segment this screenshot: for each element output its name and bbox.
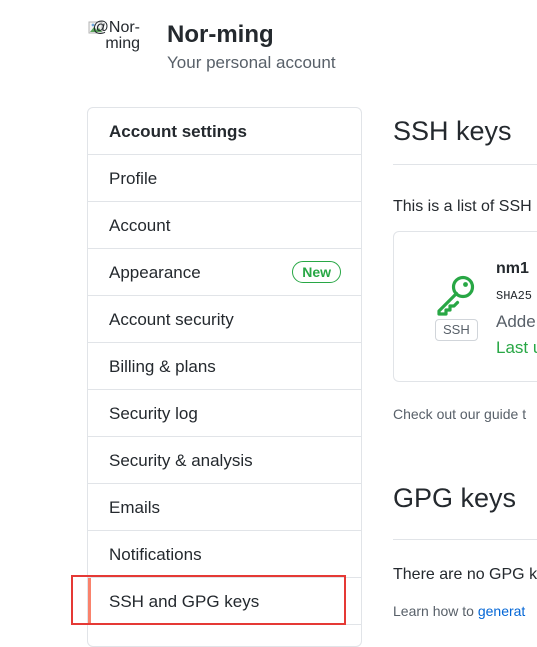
ssh-keys-title: SSH keys [393, 116, 512, 146]
account-name[interactable]: Nor-ming [167, 21, 274, 49]
sidebar-item-account[interactable]: Account [88, 202, 361, 249]
divider [393, 164, 537, 165]
sidebar-item-label: Security log [109, 404, 198, 423]
sidebar-item-label: Notifications [109, 545, 202, 564]
sidebar-item-label: Billing & plans [109, 357, 216, 376]
gpg-empty-text: There are no GPG k [393, 566, 537, 583]
sidebar-item-profile[interactable]: Profile [88, 155, 361, 202]
avatar-alt-text: @Nor-ming [92, 20, 140, 52]
ssh-key-fingerprint: SHA25 [496, 289, 533, 303]
divider [393, 539, 537, 540]
sidebar-item-security-analysis[interactable]: Security & analysis [88, 437, 361, 484]
sidebar-item-emails[interactable]: Emails [88, 484, 361, 531]
sidebar-item-notifications[interactable]: Notifications [88, 531, 361, 578]
gpg-keys-title: GPG keys [393, 483, 517, 513]
gpg-learn-prefix: Learn how to [393, 603, 478, 619]
avatar[interactable]: @Nor-ming [88, 20, 140, 72]
sidebar-item-ssh-gpg-keys[interactable]: SSH and GPG keys [88, 578, 361, 625]
gpg-learn-text: Learn how to generat [393, 603, 525, 619]
account-subtitle: Your personal account [167, 53, 336, 72]
sidebar-item-label: Profile [109, 169, 158, 188]
sidebar-item-billing[interactable]: Billing & plans [88, 343, 361, 390]
sidebar-item-account-security[interactable]: Account security [88, 296, 361, 343]
sidebar-item-label: SSH and GPG keys [109, 592, 260, 611]
ssh-intro-text: This is a list of SSH [393, 198, 532, 215]
ssh-guide-text: Check out our guide t [393, 406, 527, 422]
ssh-type-label: SSH [435, 319, 478, 341]
sidebar-item-appearance[interactable]: Appearance New [88, 249, 361, 296]
sidebar-item-label: Emails [109, 498, 161, 517]
sidebar-item-label: Account security [109, 310, 234, 329]
ssh-key-title: nm1 [496, 260, 529, 277]
settings-sidebar: Account settings Profile Account Appeara… [87, 107, 362, 647]
sidebar-header: Account settings [88, 108, 361, 155]
sidebar-item-label: Security & analysis [109, 451, 253, 470]
sidebar-item-label: Account [109, 216, 171, 235]
new-badge: New [292, 261, 341, 283]
ssh-key-added: Adde [496, 312, 536, 331]
gpg-generate-link[interactable]: generat [478, 603, 525, 619]
ssh-key-last-used: Last u [496, 338, 537, 357]
sidebar-item-security-log[interactable]: Security log [88, 390, 361, 437]
main-content: SSH keys This is a list of SSH SSH nm1 S… [393, 0, 537, 634]
key-icon [437, 275, 475, 316]
sidebar-item-label: Appearance [109, 263, 201, 282]
ssh-key-item: SSH nm1 SHA25 Adde Last u [393, 231, 537, 382]
